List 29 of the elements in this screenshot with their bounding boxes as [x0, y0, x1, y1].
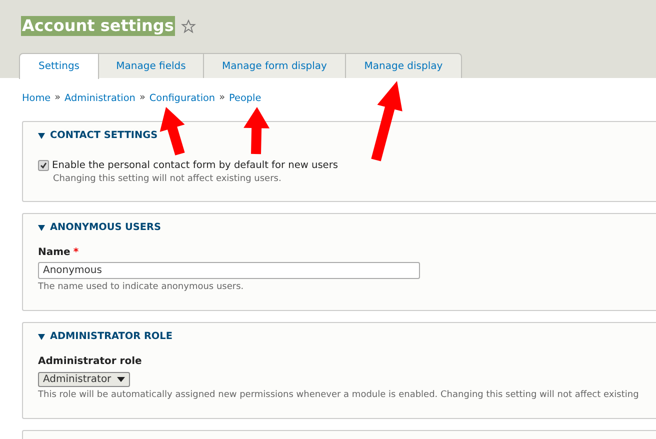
breadcrumb-link[interactable]: Configuration	[149, 92, 216, 105]
required-mark: *	[73, 247, 79, 258]
field-label: Administrator role	[38, 356, 142, 367]
section-header[interactable]: ADMINISTRATOR ROLE	[38, 331, 172, 342]
checkbox-label: Enable the personal contact form by default for new users	[52, 160, 338, 171]
tab[interactable]: Manage form display	[204, 53, 346, 78]
caret-icon	[117, 377, 126, 382]
breadcrumb-separator: »	[219, 92, 226, 103]
tab[interactable]: Manage fields	[99, 53, 204, 78]
field-description: The name used to indicate anonymous users.	[38, 282, 245, 292]
arrow	[160, 107, 185, 156]
page-title: Account settings	[21, 16, 175, 36]
tab[interactable]: Manage display	[346, 53, 462, 78]
breadcrumb-link[interactable]: Administration	[64, 92, 136, 105]
field-description: This role will be automatically assigned new permissions whenever a module is enabled. Changing this setting will not affect existing	[38, 390, 640, 400]
breadcrumb-link[interactable]: People	[229, 92, 262, 105]
breadcrumb-separator: »	[54, 92, 61, 103]
arrow	[244, 107, 270, 154]
breadcrumb-link[interactable]: Home	[22, 92, 51, 105]
breadcrumb-separator: »	[139, 92, 146, 103]
section-header[interactable]: CONTACT SETTINGS	[38, 130, 158, 141]
checkbox[interactable]	[38, 160, 49, 171]
tab[interactable]: Settings	[19, 53, 99, 79]
name-input-field[interactable]: Anonymous	[38, 262, 420, 279]
field-description: Changing this setting will not affect existing users.	[53, 174, 282, 184]
field-label: Name	[38, 247, 70, 258]
section-header[interactable]: ANONYMOUS USERS	[38, 222, 161, 233]
role-dropdown[interactable]: Administrator	[38, 372, 130, 387]
star-icon[interactable]	[180, 18, 196, 34]
